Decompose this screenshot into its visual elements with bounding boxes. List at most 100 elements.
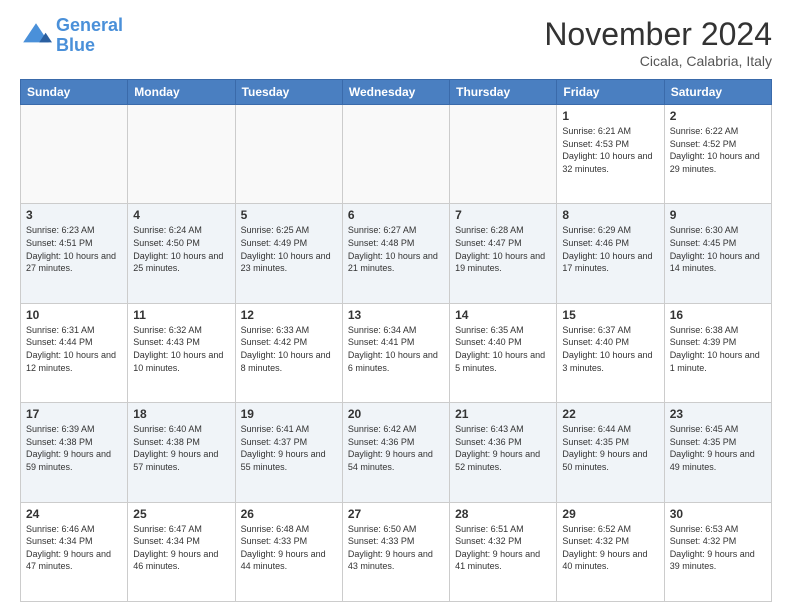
cell-info: Sunrise: 6:39 AM Sunset: 4:38 PM Dayligh… bbox=[26, 423, 122, 473]
week-row-3: 10Sunrise: 6:31 AM Sunset: 4:44 PM Dayli… bbox=[21, 303, 772, 402]
logo-general: General bbox=[56, 15, 123, 35]
col-monday: Monday bbox=[128, 80, 235, 105]
table-cell: 10Sunrise: 6:31 AM Sunset: 4:44 PM Dayli… bbox=[21, 303, 128, 402]
calendar-table: Sunday Monday Tuesday Wednesday Thursday… bbox=[20, 79, 772, 602]
logo-blue: Blue bbox=[56, 36, 123, 56]
day-number: 25 bbox=[133, 507, 229, 521]
cell-info: Sunrise: 6:50 AM Sunset: 4:33 PM Dayligh… bbox=[348, 523, 444, 573]
calendar: Sunday Monday Tuesday Wednesday Thursday… bbox=[20, 79, 772, 602]
day-number: 8 bbox=[562, 208, 658, 222]
table-cell: 18 Sunrise: 6:40 AM Sunset: 4:38 PM Dayli… bbox=[128, 403, 235, 502]
cell-info: Sunrise: 6:30 AM Sunset: 4:45 PM Dayligh… bbox=[670, 224, 766, 274]
day-number: 28 bbox=[455, 507, 551, 521]
table-cell: 19Sunrise: 6:41 AM Sunset: 4:37 PM Dayli… bbox=[235, 403, 342, 502]
title-block: November 2024 Cicala, Calabria, Italy bbox=[544, 16, 772, 69]
page: General Blue November 2024 Cicala, Calab… bbox=[0, 0, 792, 612]
month-title: November 2024 bbox=[544, 16, 772, 53]
logo-icon bbox=[20, 20, 52, 52]
logo: General Blue bbox=[20, 16, 123, 56]
table-cell: 22 Sunrise: 6:44 AM Sunset: 4:35 PM Dayli… bbox=[557, 403, 664, 502]
cell-info: Sunrise: 6:25 AM Sunset: 4:49 PM Dayligh… bbox=[241, 224, 337, 274]
table-cell: 6Sunrise: 6:27 AM Sunset: 4:48 PM Daylig… bbox=[342, 204, 449, 303]
day-number: 17 bbox=[26, 407, 122, 421]
table-cell: 13 Sunrise: 6:34 AM Sunset: 4:41 PM Dayli… bbox=[342, 303, 449, 402]
day-number: 12 bbox=[241, 308, 337, 322]
col-friday: Friday bbox=[557, 80, 664, 105]
cell-info: Sunrise: 6:41 AM Sunset: 4:37 PM Dayligh… bbox=[241, 423, 337, 473]
day-number: 5 bbox=[241, 208, 337, 222]
table-cell: 28 Sunrise: 6:51 AM Sunset: 4:32 PM Dayli… bbox=[450, 502, 557, 601]
day-number: 4 bbox=[133, 208, 229, 222]
location: Cicala, Calabria, Italy bbox=[544, 53, 772, 69]
week-row-5: 24 Sunrise: 6:46 AM Sunset: 4:34 PM Dayli… bbox=[21, 502, 772, 601]
table-cell: 25Sunrise: 6:47 AM Sunset: 4:34 PM Dayli… bbox=[128, 502, 235, 601]
day-number: 22 bbox=[562, 407, 658, 421]
table-cell: 2 Sunrise: 6:22 AM Sunset: 4:52 PM Daylig… bbox=[664, 105, 771, 204]
cell-info: Sunrise: 6:34 AM Sunset: 4:41 PM Dayligh… bbox=[348, 324, 444, 374]
col-thursday: Thursday bbox=[450, 80, 557, 105]
header-row: Sunday Monday Tuesday Wednesday Thursday… bbox=[21, 80, 772, 105]
cell-info: Sunrise: 6:23 AM Sunset: 4:51 PM Dayligh… bbox=[26, 224, 122, 274]
table-cell: 29 Sunrise: 6:52 AM Sunset: 4:32 PM Dayli… bbox=[557, 502, 664, 601]
day-number: 27 bbox=[348, 507, 444, 521]
day-number: 10 bbox=[26, 308, 122, 322]
col-saturday: Saturday bbox=[664, 80, 771, 105]
header: General Blue November 2024 Cicala, Calab… bbox=[20, 16, 772, 69]
table-cell: 8Sunrise: 6:29 AM Sunset: 4:46 PM Daylig… bbox=[557, 204, 664, 303]
day-number: 13 bbox=[348, 308, 444, 322]
day-number: 18 bbox=[133, 407, 229, 421]
day-number: 1 bbox=[562, 109, 658, 123]
table-cell: 15Sunrise: 6:37 AM Sunset: 4:40 PM Dayli… bbox=[557, 303, 664, 402]
table-cell: 23 Sunrise: 6:45 AM Sunset: 4:35 PM Dayli… bbox=[664, 403, 771, 502]
table-cell bbox=[342, 105, 449, 204]
day-number: 24 bbox=[26, 507, 122, 521]
day-number: 29 bbox=[562, 507, 658, 521]
day-number: 7 bbox=[455, 208, 551, 222]
cell-info: Sunrise: 6:46 AM Sunset: 4:34 PM Dayligh… bbox=[26, 523, 122, 573]
table-cell: 1 Sunrise: 6:21 AM Sunset: 4:53 PM Daylig… bbox=[557, 105, 664, 204]
cell-info: Sunrise: 6:42 AM Sunset: 4:36 PM Dayligh… bbox=[348, 423, 444, 473]
table-cell: 20Sunrise: 6:42 AM Sunset: 4:36 PM Dayli… bbox=[342, 403, 449, 502]
cell-info: Sunrise: 6:33 AM Sunset: 4:42 PM Dayligh… bbox=[241, 324, 337, 374]
table-cell: 24 Sunrise: 6:46 AM Sunset: 4:34 PM Dayli… bbox=[21, 502, 128, 601]
cell-info: Sunrise: 6:22 AM Sunset: 4:52 PM Dayligh… bbox=[670, 125, 766, 175]
cell-info: Sunrise: 6:48 AM Sunset: 4:33 PM Dayligh… bbox=[241, 523, 337, 573]
table-cell: 14Sunrise: 6:35 AM Sunset: 4:40 PM Dayli… bbox=[450, 303, 557, 402]
table-cell: 27 Sunrise: 6:50 AM Sunset: 4:33 PM Dayli… bbox=[342, 502, 449, 601]
logo-text: General Blue bbox=[56, 16, 123, 56]
table-cell: 4Sunrise: 6:24 AM Sunset: 4:50 PM Daylig… bbox=[128, 204, 235, 303]
week-row-2: 3 Sunrise: 6:23 AM Sunset: 4:51 PM Daylig… bbox=[21, 204, 772, 303]
cell-info: Sunrise: 6:21 AM Sunset: 4:53 PM Dayligh… bbox=[562, 125, 658, 175]
table-cell: 30Sunrise: 6:53 AM Sunset: 4:32 PM Dayli… bbox=[664, 502, 771, 601]
table-cell bbox=[21, 105, 128, 204]
table-cell: 12 Sunrise: 6:33 AM Sunset: 4:42 PM Dayli… bbox=[235, 303, 342, 402]
day-number: 11 bbox=[133, 308, 229, 322]
day-number: 3 bbox=[26, 208, 122, 222]
day-number: 6 bbox=[348, 208, 444, 222]
col-tuesday: Tuesday bbox=[235, 80, 342, 105]
table-cell: 26Sunrise: 6:48 AM Sunset: 4:33 PM Dayli… bbox=[235, 502, 342, 601]
cell-info: Sunrise: 6:37 AM Sunset: 4:40 PM Dayligh… bbox=[562, 324, 658, 374]
day-number: 16 bbox=[670, 308, 766, 322]
col-sunday: Sunday bbox=[21, 80, 128, 105]
cell-info: Sunrise: 6:40 AM Sunset: 4:38 PM Dayligh… bbox=[133, 423, 229, 473]
table-cell: 16 Sunrise: 6:38 AM Sunset: 4:39 PM Dayli… bbox=[664, 303, 771, 402]
table-cell: 5 Sunrise: 6:25 AM Sunset: 4:49 PM Daylig… bbox=[235, 204, 342, 303]
table-cell bbox=[128, 105, 235, 204]
day-number: 9 bbox=[670, 208, 766, 222]
cell-info: Sunrise: 6:28 AM Sunset: 4:47 PM Dayligh… bbox=[455, 224, 551, 274]
cell-info: Sunrise: 6:38 AM Sunset: 4:39 PM Dayligh… bbox=[670, 324, 766, 374]
cell-info: Sunrise: 6:32 AM Sunset: 4:43 PM Dayligh… bbox=[133, 324, 229, 374]
table-cell: 9 Sunrise: 6:30 AM Sunset: 4:45 PM Daylig… bbox=[664, 204, 771, 303]
cell-info: Sunrise: 6:52 AM Sunset: 4:32 PM Dayligh… bbox=[562, 523, 658, 573]
table-cell: 3 Sunrise: 6:23 AM Sunset: 4:51 PM Daylig… bbox=[21, 204, 128, 303]
cell-info: Sunrise: 6:44 AM Sunset: 4:35 PM Dayligh… bbox=[562, 423, 658, 473]
cell-info: Sunrise: 6:45 AM Sunset: 4:35 PM Dayligh… bbox=[670, 423, 766, 473]
table-cell bbox=[450, 105, 557, 204]
day-number: 14 bbox=[455, 308, 551, 322]
day-number: 23 bbox=[670, 407, 766, 421]
table-cell: 17 Sunrise: 6:39 AM Sunset: 4:38 PM Dayli… bbox=[21, 403, 128, 502]
day-number: 2 bbox=[670, 109, 766, 123]
table-cell: 7 Sunrise: 6:28 AM Sunset: 4:47 PM Daylig… bbox=[450, 204, 557, 303]
cell-info: Sunrise: 6:51 AM Sunset: 4:32 PM Dayligh… bbox=[455, 523, 551, 573]
